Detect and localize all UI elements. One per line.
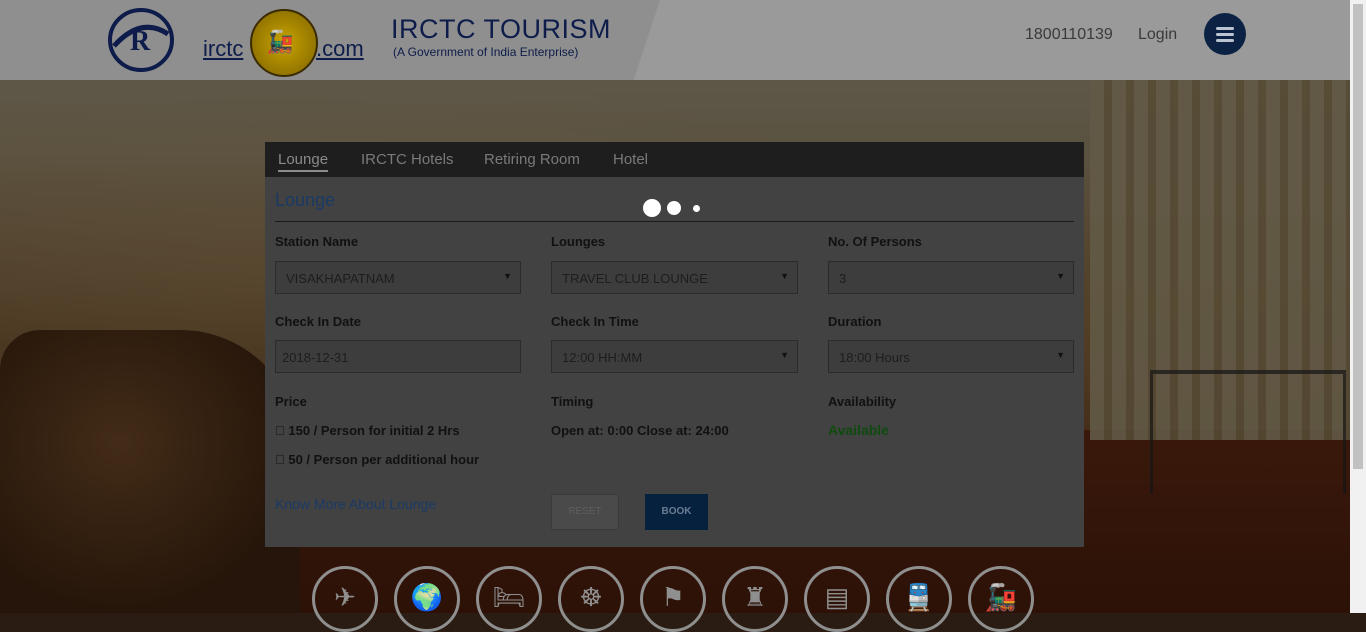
lounges-label: Lounges [551, 234, 606, 249]
scrollbar-thumb[interactable] [1353, 4, 1363, 469]
duration-label: Duration [828, 314, 882, 329]
station-label: Station Name [275, 234, 359, 249]
duration-select[interactable]: 18:00 Hours ▼ [828, 340, 1074, 373]
coach-icon: ▤ [824, 582, 850, 612]
reset-button[interactable]: RESET [551, 494, 619, 530]
checkin-time-value: 12:00 HH:MM [562, 350, 643, 365]
checkin-time-select[interactable]: 12:00 HH:MM ▼ [551, 340, 798, 373]
know-more-link[interactable]: Know More About Lounge [275, 496, 436, 512]
checkin-time-label: Check In Time [551, 314, 639, 329]
hamburger-icon-line [1216, 33, 1234, 36]
service-heritage[interactable]: ♜ [722, 566, 788, 632]
helpline-number: 1800110139 [1025, 26, 1113, 43]
loading-dot [643, 199, 661, 217]
service-flight[interactable]: ✈ [312, 566, 378, 632]
chevron-down-icon: ▼ [1056, 271, 1065, 281]
world-travel-icon: 🌍 [410, 582, 444, 612]
site-header: R irctc 🚂 .com IRCTC TOURISM (A Governme… [0, 0, 1350, 80]
loading-dot [667, 201, 681, 215]
service-pilgrimage[interactable]: ☸ [558, 566, 624, 632]
tourist-icon: ⚑ [661, 582, 685, 612]
lounge-booking-panel: Lounge Station Name VISAKHAPATNAM ▼ Loun… [265, 177, 1084, 547]
brand-suffix-link[interactable]: .com [316, 36, 364, 62]
hamburger-icon-line [1216, 39, 1234, 42]
booking-tabs: Lounge IRCTC Hotels Retiring Room Hotel [265, 142, 1084, 177]
checkin-date-label: Check In Date [275, 314, 361, 329]
service-steam-train[interactable]: 🚂 [968, 566, 1034, 632]
persons-value: 3 [839, 271, 847, 286]
price-label: Price [275, 394, 307, 409]
chevron-down-icon: ▼ [1056, 350, 1065, 360]
service-world[interactable]: 🌍 [394, 566, 460, 632]
duration-value: 18:00 Hours [839, 350, 910, 365]
book-button[interactable]: BOOK [645, 494, 708, 530]
site-title: IRCTC TOURISM [391, 14, 612, 44]
persons-label: No. Of Persons [828, 234, 922, 249]
steam-engine-icon: 🚂 [266, 29, 294, 54]
station-value: VISAKHAPATNAM [286, 271, 395, 286]
timing-value: Open at: 0:00 Close at: 24:00 [551, 423, 729, 438]
timing-label: Timing [551, 394, 594, 409]
steam-train-icon: 🚂 [984, 582, 1018, 612]
chevron-down-icon: ▼ [503, 271, 512, 281]
loading-dot [693, 205, 700, 212]
login-link[interactable]: Login [1138, 26, 1177, 44]
lounges-select[interactable]: TRAVEL CLUB LOUNGE ▼ [551, 261, 798, 294]
persons-select[interactable]: 3 ▼ [828, 261, 1074, 294]
irctc-logo-icon[interactable]: R [106, 6, 176, 74]
tourism-badge: 🚂 [250, 9, 318, 77]
tab-retiring-room[interactable]: Retiring Room [484, 151, 580, 168]
price-initial:  150 / Person for initial 2 Hrs [275, 423, 460, 438]
hamburger-icon [1216, 27, 1234, 30]
panel-title: Lounge [275, 190, 336, 210]
service-train[interactable]: 🚆 [886, 566, 952, 632]
tab-irctc-hotels[interactable]: IRCTC Hotels [361, 151, 454, 168]
checkin-date-value: 2018-12-31 [282, 350, 349, 365]
tab-lounge[interactable]: Lounge [278, 151, 329, 172]
service-tourist[interactable]: ⚑ [640, 566, 706, 632]
svg-text:R: R [130, 26, 151, 57]
heritage-icon: ♜ [743, 582, 767, 612]
station-select[interactable]: VISAKHAPATNAM ▼ [275, 261, 521, 294]
site-subtitle: (A Government of India Enterprise) [393, 45, 579, 59]
chevron-down-icon: ▼ [780, 271, 789, 281]
service-coach[interactable]: ▤ [804, 566, 870, 632]
checkin-date-input[interactable]: 2018-12-31 [275, 340, 521, 373]
flight-icon: ✈ [334, 582, 356, 612]
brand-link[interactable]: irctc [203, 36, 243, 62]
bed-icon: 🛏 [492, 582, 526, 612]
price-additional:  50 / Person per additional hour [275, 452, 479, 467]
availability-status: Available [828, 422, 889, 438]
lounges-value: TRAVEL CLUB LOUNGE [562, 271, 708, 286]
tab-hotel[interactable]: Hotel [613, 151, 648, 168]
service-stay[interactable]: 🛏 [476, 566, 542, 632]
buddha-icon: ☸ [579, 582, 603, 612]
train-icon: 🚆 [902, 582, 936, 612]
availability-label: Availability [828, 394, 897, 409]
chevron-down-icon: ▼ [780, 350, 789, 360]
menu-button[interactable] [1204, 13, 1246, 55]
page-scrollbar[interactable] [1350, 0, 1366, 613]
divider [275, 221, 1074, 222]
